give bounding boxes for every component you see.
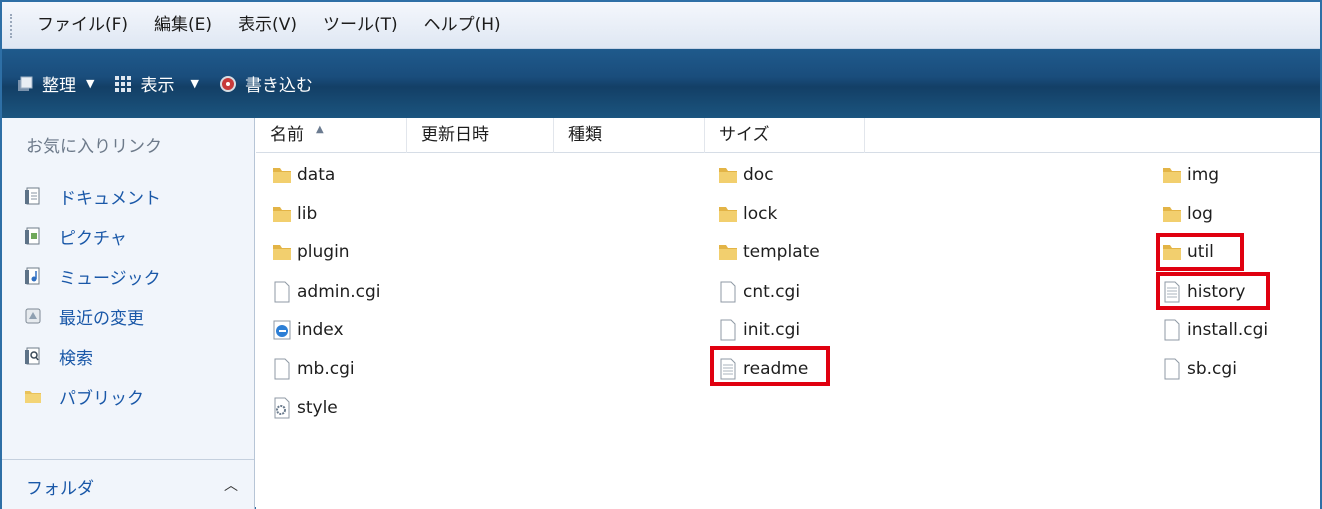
column-header-modified[interactable]: 更新日時: [407, 118, 554, 153]
menu-help[interactable]: ヘルプ(H): [411, 2, 514, 49]
search-folder-icon: [25, 347, 40, 365]
file-item-style[interactable]: style: [272, 394, 338, 422]
view-dropdown-icon: ▼: [190, 77, 199, 90]
stylesheet-icon: [274, 397, 290, 419]
column-header-size[interactable]: サイズ: [705, 118, 865, 153]
highlight-box-history: [1156, 272, 1270, 310]
file-item-cnt-cgi[interactable]: cnt.cgi: [718, 278, 800, 306]
menu-tools[interactable]: ツール(T): [310, 2, 411, 49]
file-icon: [1164, 319, 1180, 341]
file-icon: [720, 281, 736, 303]
menu-bar: ファイル(F) 編集(E) 表示(V) ツール(T) ヘルプ(H): [2, 2, 1320, 49]
sort-ascending-icon: ▲: [316, 124, 324, 135]
burn-disc-icon: [219, 75, 236, 92]
organize-label: 整理: [42, 76, 76, 96]
nav-item-pictures[interactable]: ピクチャ: [24, 216, 161, 256]
nav-item-search[interactable]: 検索: [24, 336, 161, 376]
file-item-sb-cgi[interactable]: sb.cgi: [1162, 355, 1237, 383]
folder-icon: [1163, 168, 1181, 183]
nav-item-recent-changes[interactable]: 最近の変更: [24, 296, 161, 336]
file-icon: [720, 319, 736, 341]
nav-item-documents[interactable]: ドキュメント: [24, 176, 161, 216]
favorite-links-header: お気に入りリンク: [26, 137, 162, 157]
file-list-pane: 名前 ▲ 更新日時 種類 サイズ data lib plugin admin.c…: [256, 118, 1320, 509]
column-header-name[interactable]: 名前 ▲: [256, 118, 407, 153]
folder-icon: [719, 245, 737, 260]
highlight-box-readme: [710, 346, 830, 386]
menu-edit[interactable]: 編集(E): [141, 2, 225, 49]
documents-icon: [25, 187, 40, 205]
folder-icon: [719, 168, 737, 183]
folder-icon: [1163, 207, 1181, 222]
file-item-data[interactable]: data: [272, 161, 335, 189]
file-item-init-cgi[interactable]: init.cgi: [718, 316, 800, 344]
file-item-mb-cgi[interactable]: mb.cgi: [272, 355, 355, 383]
folder-icon: [273, 207, 291, 222]
pictures-icon: [25, 227, 40, 245]
column-headers: 名前 ▲ 更新日時 種類 サイズ: [256, 118, 1320, 153]
burn-label: 書き込む: [244, 76, 313, 96]
nav-item-label: ドキュメント: [59, 188, 161, 209]
column-header-type[interactable]: 種類: [554, 118, 705, 153]
file-item-doc[interactable]: doc: [718, 161, 774, 189]
file-item-lib[interactable]: lib: [272, 200, 317, 228]
file-item-install-cgi[interactable]: install.cgi: [1162, 316, 1268, 344]
nav-item-public[interactable]: パブリック: [24, 376, 161, 416]
folder-icon: [25, 391, 41, 403]
nav-item-label: ミュージック: [59, 268, 161, 289]
favorite-links-list: ドキュメント ピクチャ ミュージック 最近の変更 検索 パブリック: [24, 176, 161, 416]
folder-icon: [273, 168, 291, 183]
nav-item-music[interactable]: ミュージック: [24, 256, 161, 296]
file-item-template[interactable]: template: [718, 238, 820, 266]
highlight-box-util: [1156, 233, 1244, 271]
file-icon: [274, 358, 290, 380]
file-item-lock[interactable]: lock: [718, 200, 777, 228]
view-button[interactable]: 表示 ▼: [114, 69, 199, 99]
menu-view[interactable]: 表示(V): [225, 2, 310, 49]
file-icon: [1164, 358, 1180, 380]
folder-icon: [273, 245, 291, 260]
view-label: 表示: [140, 76, 175, 96]
organize-icon: [18, 76, 33, 91]
file-item-plugin[interactable]: plugin: [272, 238, 350, 266]
organize-dropdown-icon: ▼: [86, 77, 95, 90]
menu-file[interactable]: ファイル(F): [24, 2, 141, 49]
menu-grip[interactable]: [10, 14, 13, 38]
file-item-img[interactable]: img: [1162, 161, 1219, 189]
music-icon: [25, 267, 40, 285]
organize-button[interactable]: 整理 ▼: [16, 69, 94, 99]
nav-item-label: 検索: [59, 348, 93, 369]
folders-label: フォルダ: [26, 479, 94, 499]
file-item-log[interactable]: log: [1162, 200, 1213, 228]
navigation-pane: お気に入りリンク ドキュメント ピクチャ ミュージック 最近の変更 検索 パブリ…: [2, 118, 255, 509]
file-item-admin-cgi[interactable]: admin.cgi: [272, 278, 381, 306]
view-grid-icon: [115, 75, 132, 92]
nav-item-label: ピクチャ: [59, 228, 127, 249]
explorer-window: ファイル(F) 編集(E) 表示(V) ツール(T) ヘルプ(H) 整理 ▼ 表…: [0, 0, 1322, 509]
internet-explorer-icon: [273, 320, 291, 340]
file-icon: [274, 281, 290, 303]
command-bar: 整理 ▼ 表示 ▼ 書き込む: [2, 49, 1320, 118]
nav-item-label: パブリック: [59, 388, 144, 409]
folder-icon: [719, 207, 737, 222]
nav-item-label: 最近の変更: [59, 308, 144, 329]
burn-button[interactable]: 書き込む: [219, 69, 313, 99]
folders-toggle[interactable]: フォルダ ︿: [2, 459, 254, 509]
recent-changes-icon: [25, 308, 41, 324]
file-item-index[interactable]: index: [272, 316, 344, 344]
chevron-up-icon: ︿: [224, 478, 238, 494]
